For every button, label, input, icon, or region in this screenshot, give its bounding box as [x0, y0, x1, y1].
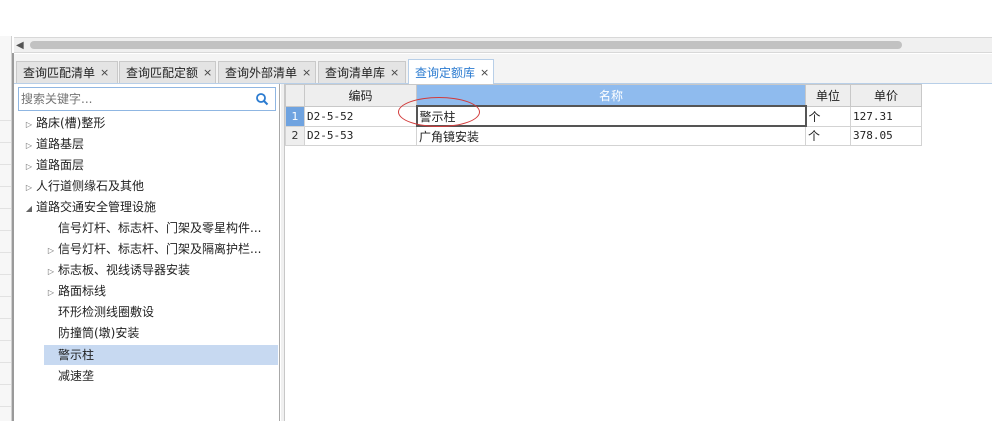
tree-node-surface-course[interactable]: ▷ 道路面层	[22, 155, 84, 175]
row-number[interactable]: 2	[285, 125, 305, 146]
table-row[interactable]: 2 D2-5-53 广角镜安装 个 378.05	[285, 125, 922, 146]
tab-query-quota-library[interactable]: 查询定额库 ×	[408, 59, 494, 84]
cell-name[interactable]: 警示柱	[415, 105, 807, 127]
tree-node-sidewalk-curb[interactable]: ▷ 人行道侧缘石及其他	[22, 176, 144, 196]
column-header-name[interactable]: 名称	[416, 84, 806, 107]
expand-icon[interactable]: ▷	[22, 136, 36, 156]
search-box	[18, 87, 276, 111]
scrollbar-thumb[interactable]	[30, 41, 902, 49]
tree-node-label: 信号灯杆、标志杆、门架及隔离护栏...	[58, 242, 262, 256]
tab-bar: 查询匹配清单 × 查询匹配定额 × 查询外部清单 × 查询清单库 × 查询定额库 ×	[14, 54, 992, 84]
tab-label: 查询定额库	[415, 65, 476, 80]
cell-unit[interactable]: 个	[805, 105, 851, 127]
tree-node-label: 环形检测线圈敷设	[58, 305, 155, 319]
tree-node-crash-barrel[interactable]: 防撞筒(墩)安装	[44, 323, 139, 343]
tab-label: 查询匹配清单	[23, 66, 96, 80]
tree-node-loop-detector[interactable]: 环形检测线圈敷设	[44, 302, 154, 322]
cell-name[interactable]: 广角镜安装	[416, 125, 806, 146]
close-icon[interactable]: ×	[302, 66, 311, 79]
left-edge-panel	[0, 0, 12, 421]
tab-query-match-list[interactable]: 查询匹配清单 ×	[16, 61, 118, 83]
tree-node-warning-post[interactable]: 警示柱	[44, 345, 278, 365]
expand-icon[interactable]: ▷	[22, 178, 36, 198]
tree-node-signal-pole-guardrail[interactable]: ▷ 信号灯杆、标志杆、门架及隔离护栏...	[44, 239, 262, 261]
tree-node-label: 人行道侧缘石及其他	[36, 179, 145, 193]
search-input[interactable]	[21, 90, 251, 108]
tree-node-label: 警示柱	[58, 348, 95, 362]
quota-table: 编码 名称 单位 单价 1 D2-5-52 警示柱 个 127.31 2 D2-…	[285, 84, 922, 146]
expand-icon[interactable]: ▷	[22, 115, 36, 135]
tab-label: 查询外部清单	[225, 66, 298, 80]
tree-node-label: 道路面层	[36, 158, 85, 172]
tree-node-base-course[interactable]: ▷ 道路基层	[22, 134, 84, 154]
tree-node-traffic-safety[interactable]: ◢ 道路交通安全管理设施	[22, 197, 156, 217]
column-header-unit[interactable]: 单位	[805, 84, 851, 107]
cell-unit[interactable]: 个	[805, 125, 851, 146]
tree-node-label: 减速垄	[58, 369, 95, 383]
search-icon[interactable]	[255, 92, 269, 106]
row-number[interactable]: 1	[285, 105, 305, 127]
tab-query-match-quota[interactable]: 查询匹配定额 ×	[119, 61, 216, 83]
close-icon[interactable]: ×	[480, 66, 489, 79]
cell-code[interactable]: D2-5-53	[304, 125, 417, 146]
close-icon[interactable]: ×	[100, 66, 109, 79]
tree-node-subgrade[interactable]: ▷ 路床(槽)整形	[22, 113, 105, 133]
tree-node-sign-board[interactable]: ▷ 标志板、视线诱导器安装	[44, 260, 190, 280]
horizontal-scrollbar[interactable]: ◀	[14, 37, 992, 53]
tree-node-label: 道路基层	[36, 137, 85, 151]
column-header-code[interactable]: 编码	[304, 84, 417, 107]
tab-label: 查询匹配定额	[126, 66, 199, 80]
tree-node-label: 标志板、视线诱导器安装	[58, 263, 191, 277]
cell-price[interactable]: 127.31	[850, 105, 922, 127]
category-tree-panel: ▷路床(槽)整形 ▷道路基层 ▷道路面层 ▷人行道侧缘石及其他 ◢道路交通安全管…	[14, 84, 280, 421]
expand-icon[interactable]: ▷	[44, 241, 58, 261]
tree-node-label: 防撞筒(墩)安装	[58, 326, 140, 340]
expand-icon[interactable]: ▷	[22, 157, 36, 177]
expand-icon[interactable]: ▷	[44, 262, 58, 282]
tree-node-label: 路床(槽)整形	[36, 116, 106, 130]
tree-node-label: 道路交通安全管理设施	[36, 200, 157, 214]
expand-icon[interactable]: ▷	[44, 283, 58, 303]
quota-grid: 编码 名称 单位 单价 1 D2-5-52 警示柱 个 127.31 2 D2-…	[285, 84, 923, 146]
tab-query-list-library[interactable]: 查询清单库 ×	[318, 61, 406, 83]
tree-node-road-marking[interactable]: ▷ 路面标线	[44, 281, 106, 301]
column-header-price[interactable]: 单价	[850, 84, 922, 107]
tree-node-label: 路面标线	[58, 284, 107, 298]
tab-label: 查询清单库	[325, 66, 386, 80]
tab-query-external-list[interactable]: 查询外部清单 ×	[218, 61, 316, 83]
table-row[interactable]: 1 D2-5-52 警示柱 个 127.31	[285, 105, 922, 127]
tree-node-label: 信号灯杆、标志杆、门架及零星构件...	[58, 221, 262, 235]
close-icon[interactable]: ×	[203, 66, 212, 79]
collapse-icon[interactable]: ◢	[22, 199, 36, 219]
scroll-left-icon[interactable]: ◀	[16, 39, 24, 53]
cell-price[interactable]: 378.05	[850, 125, 922, 146]
tree-node-signal-pole-parts[interactable]: 信号灯杆、标志杆、门架及零星构件...	[44, 218, 261, 238]
table-header-row: 编码 名称 单位 单价	[285, 84, 922, 107]
cell-code[interactable]: D2-5-52	[304, 105, 417, 127]
upper-content-area	[0, 0, 992, 36]
row-number-header	[285, 84, 305, 107]
tree-node-speed-bump[interactable]: 减速垄	[44, 366, 94, 386]
close-icon[interactable]: ×	[390, 66, 399, 79]
